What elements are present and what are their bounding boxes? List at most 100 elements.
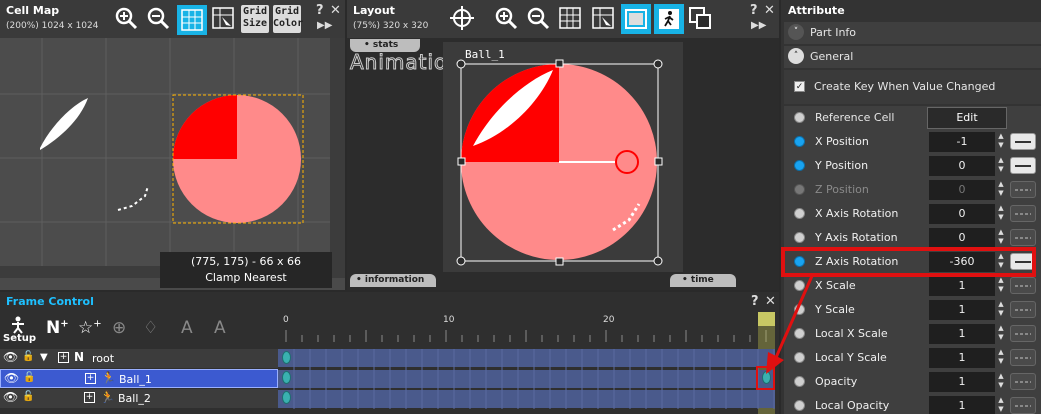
layer-row-root[interactable]: 👁 🔓 ▼ + Nroot [0, 349, 278, 368]
interpolation-button[interactable] [1010, 205, 1036, 222]
attr-key-dot[interactable] [794, 184, 805, 195]
attr-value-input[interactable]: 0 [929, 180, 995, 200]
expand-box-icon[interactable]: + [58, 352, 69, 363]
layout-expand-icon[interactable]: ▶▶ [751, 20, 766, 31]
zoom-out-button[interactable] [145, 5, 171, 31]
interpolation-button[interactable] [1010, 253, 1036, 270]
spin-arrows-icon[interactable]: ▲ ▼ [995, 132, 1007, 152]
interpolation-button[interactable] [1010, 397, 1036, 414]
attr-key-dot[interactable] [794, 136, 805, 147]
expand-box-icon[interactable]: + [85, 373, 96, 384]
spin-arrows-icon[interactable]: ▲ ▼ [995, 324, 1007, 344]
attr-key-dot[interactable] [794, 400, 805, 411]
create-key-checkbox[interactable]: ✓ [794, 81, 805, 92]
grid-toggle-button[interactable] [177, 5, 207, 35]
lock-icon[interactable]: 🔓 [22, 391, 34, 402]
lock-icon[interactable]: 🔓 [23, 372, 35, 383]
collapse-triangle-icon[interactable]: ▼ [40, 352, 48, 363]
attr-value-input[interactable]: 1 [929, 276, 995, 296]
crosshair-icon [450, 6, 474, 30]
spin-arrows-icon[interactable]: ▲ ▼ [995, 348, 1007, 368]
grid-size-button[interactable]: Grid Size [241, 5, 269, 33]
visibility-eye-icon[interactable]: 👁 [3, 350, 18, 364]
spin-arrows-icon[interactable]: ▲ ▼ [995, 300, 1007, 320]
new-node-icon[interactable]: N+ [46, 318, 69, 338]
cell-map-close-icon[interactable]: ✕ [330, 3, 341, 18]
keyframe-root-0[interactable] [282, 351, 291, 364]
attr-value-input[interactable]: 0 [929, 228, 995, 248]
attr-value-input[interactable]: 1 [929, 396, 995, 414]
rotate-a-icon[interactable]: A [181, 318, 193, 338]
part-info-section[interactable]: ˅ Part Info [784, 22, 1041, 44]
attr-value-input[interactable]: -360 [929, 252, 995, 272]
interpolation-button[interactable] [1010, 373, 1036, 390]
reference-cell-edit-button[interactable]: Edit [927, 107, 1007, 129]
interpolation-button[interactable] [1010, 229, 1036, 246]
grid-color-button[interactable]: Grid Color [273, 5, 303, 33]
cell-map-canvas[interactable] [0, 38, 345, 278]
spin-arrows-icon[interactable]: ▲ ▼ [995, 396, 1007, 414]
keyframe-ball2-0[interactable] [282, 391, 291, 404]
layer-row-ball-2[interactable]: 👁 🔓 + 🏃 Ball_2 [0, 389, 278, 408]
zoom-in-icon [115, 7, 138, 30]
attr-value-input[interactable]: 1 [929, 372, 995, 392]
cell-map-help-icon[interactable]: ? [316, 3, 324, 18]
attr-value-input[interactable]: 0 [929, 204, 995, 224]
attr-value-input[interactable]: 0 [929, 156, 995, 176]
pan-button[interactable] [449, 5, 475, 31]
cell-map-expand-icon[interactable]: ▶▶ [317, 20, 332, 31]
spin-arrows-icon[interactable]: ▲ ▼ [995, 252, 1007, 272]
keyframe-ball1-0[interactable] [282, 371, 291, 384]
attr-value-input[interactable]: 1 [929, 348, 995, 368]
rotate-b-icon[interactable]: A [214, 318, 226, 338]
layout-help-icon[interactable]: ? [750, 3, 758, 18]
layer-order-button[interactable] [687, 5, 713, 31]
spin-arrows-icon[interactable]: ▲ ▼ [995, 156, 1007, 176]
attr-key-dot[interactable] [794, 160, 805, 171]
interpolation-button[interactable] [1010, 157, 1036, 174]
layer-row-ball-1[interactable]: 👁 🔓 + 🏃 Ball_1 [0, 369, 278, 388]
show-bone-button[interactable] [654, 4, 684, 34]
attribute-title: Attribute [788, 4, 845, 17]
layout-snap-button[interactable] [590, 5, 616, 31]
interpolation-button[interactable] [1010, 133, 1036, 150]
visibility-eye-icon[interactable]: 👁 [3, 390, 18, 404]
attr-key-dot[interactable] [794, 256, 805, 267]
new-target-icon[interactable]: ⊕ [112, 318, 126, 338]
layout-zoom-out-button[interactable] [525, 5, 551, 31]
cell-filter-readout: Clamp Nearest [205, 271, 287, 284]
attr-value-input[interactable]: 1 [929, 324, 995, 344]
spin-arrows-icon[interactable]: ▲ ▼ [995, 180, 1007, 200]
part-figure-icon: 🏃 [101, 371, 116, 385]
information-tab[interactable]: • information [350, 274, 436, 287]
spin-arrows-icon[interactable]: ▲ ▼ [995, 276, 1007, 296]
interpolation-button[interactable] [1010, 301, 1036, 318]
expand-box-icon[interactable]: + [84, 392, 95, 403]
time-tab[interactable]: • time [670, 274, 736, 287]
attr-key-dot[interactable] [794, 232, 805, 243]
attr-value-input[interactable]: -1 [929, 132, 995, 152]
interpolation-button[interactable] [1010, 349, 1036, 366]
spin-arrows-icon[interactable]: ▲ ▼ [995, 204, 1007, 224]
attr-value-input[interactable]: 1 [929, 300, 995, 320]
spin-arrows-icon[interactable]: ▲ ▼ [995, 372, 1007, 392]
show-frame-button[interactable] [621, 4, 651, 34]
layout-grid-button[interactable] [557, 5, 583, 31]
layout-zoom-in-button[interactable] [493, 5, 519, 31]
layout-canvas[interactable] [443, 42, 683, 272]
setup-button[interactable]: Setup [2, 316, 36, 346]
new-star-icon[interactable]: ☆+ [78, 318, 102, 338]
interpolation-button[interactable] [1010, 181, 1036, 198]
zoom-in-button[interactable] [113, 5, 139, 31]
interpolation-button[interactable] [1010, 277, 1036, 294]
attr-key-dot[interactable] [794, 208, 805, 219]
visibility-eye-icon[interactable]: 👁 [4, 371, 19, 385]
new-drop-icon[interactable]: ♢ [143, 318, 158, 338]
general-section[interactable]: ˄ General [784, 46, 1041, 68]
spin-arrows-icon[interactable]: ▲ ▼ [995, 228, 1007, 248]
layout-close-icon[interactable]: ✕ [764, 3, 775, 18]
frame-help-icon[interactable]: ? [751, 294, 759, 309]
lock-icon[interactable]: 🔓 [22, 351, 34, 362]
interpolation-button[interactable] [1010, 325, 1036, 342]
snap-grid-button[interactable] [210, 5, 236, 31]
